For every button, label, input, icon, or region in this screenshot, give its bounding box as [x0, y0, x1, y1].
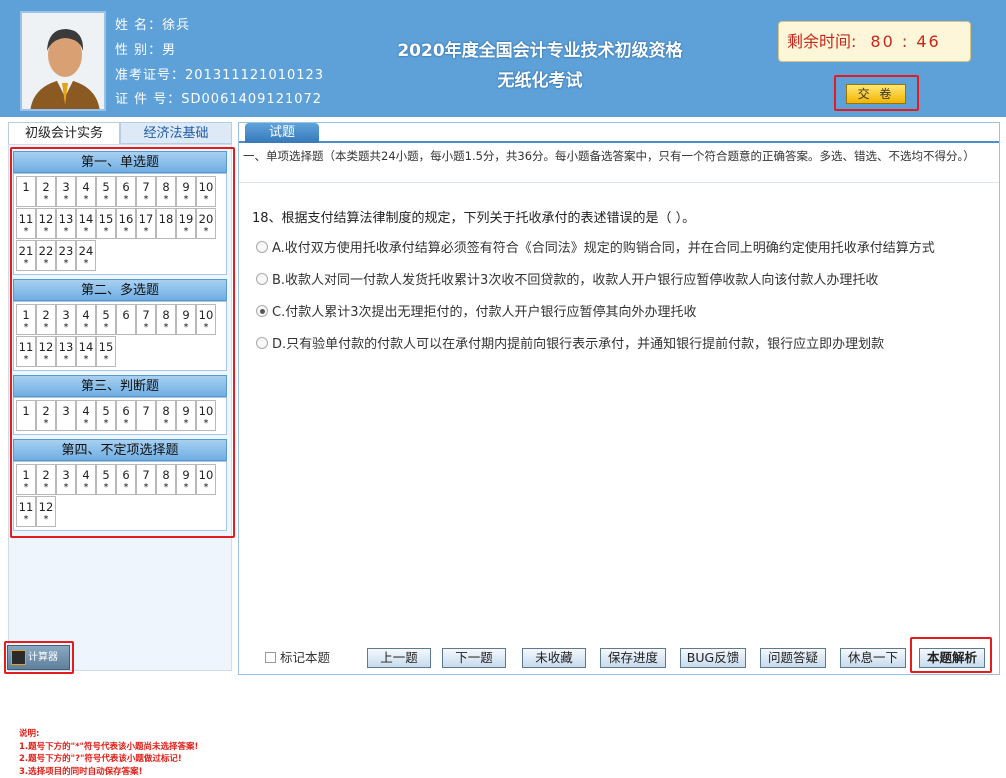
legend-line-3: 3.选择项目的同时自动保存答案!	[19, 766, 198, 778]
timer-value: 80 : 46	[870, 32, 940, 51]
option-d-text: D.只有验单付款的付款人可以在承付期内提前向银行表示承付，并通知银行提前付款，银…	[272, 337, 884, 352]
subject-tabs: 初级会计实务 经济法基础	[8, 122, 232, 144]
legend-line-1: 1.题号下方的"*"符号代表该小题尚未选择答案!	[19, 741, 198, 754]
option-b-text: B.收款人对同一付款人发货托收累计3次收不回贷款的，收款人开户银行应暂停收款人向…	[272, 273, 878, 288]
exam-header: 姓 名：徐兵 性 别：男 准考证号：201311121010123 证 件 号：…	[0, 0, 1006, 117]
timer-label: 剩余时间:	[787, 32, 856, 51]
option-b[interactable]: B.收款人对同一付款人发货托收累计3次收不回贷款的，收款人开户银行应暂停收款人向…	[256, 269, 878, 288]
highlight-box	[4, 641, 74, 674]
question-help-button[interactable]: 问题答疑	[760, 648, 826, 668]
candidate-name: 姓 名：徐兵	[115, 14, 190, 33]
highlight-box	[910, 637, 992, 673]
tab-accounting-practice[interactable]: 初级会计实务	[8, 122, 120, 144]
submit-exam-button[interactable]: 交 卷	[846, 84, 906, 104]
exam-title: 2020年度全国会计专业技术初级资格 无纸化考试	[340, 36, 740, 96]
radio-icon[interactable]	[256, 273, 268, 285]
legend-line-2: 2.题号下方的"?"符号代表该小题做过标记!	[19, 753, 198, 766]
remaining-time: 剩余时间: 80 : 46	[778, 21, 971, 62]
title-line-2: 无纸化考试	[340, 66, 740, 96]
prev-question-button[interactable]: 上一题	[367, 648, 431, 668]
question-panel: 试题 一、单项选择题（本类题共24小题，每小题1.5分，共36分。每小题备选答案…	[238, 122, 1000, 675]
option-c-text: C.付款人累计3次提出无理拒付的，付款人开户银行应暂停其向外办理托收	[272, 305, 696, 320]
next-question-button[interactable]: 下一题	[442, 648, 506, 668]
name-value: 徐兵	[162, 18, 190, 33]
candidate-id: 证 件 号：SD0061409121072	[115, 88, 322, 107]
section-description: 一、单项选择题（本类题共24小题，每小题1.5分，共36分。每小题备选答案中，只…	[239, 143, 999, 183]
radio-icon[interactable]	[256, 241, 268, 253]
avatar-icon	[22, 13, 106, 111]
take-break-button[interactable]: 休息一下	[840, 648, 906, 668]
candidate-gender: 性 别：男	[115, 39, 176, 58]
highlight-box	[10, 147, 235, 538]
radio-icon[interactable]	[256, 305, 268, 317]
candidate-photo	[20, 11, 106, 111]
option-a[interactable]: A.收付双方使用托收承付结算必须签有符合《合同法》规定的购销合同，并在合同上明确…	[256, 237, 935, 256]
title-line-1: 2020年度全国会计专业技术初级资格	[340, 36, 740, 66]
tab-economic-law[interactable]: 经济法基础	[120, 122, 232, 144]
mark-label: 标记本题	[280, 650, 330, 665]
option-d[interactable]: D.只有验单付款的付款人可以在承付期内提前向银行表示承付，并通知银行提前付款，银…	[256, 333, 884, 352]
save-progress-button[interactable]: 保存进度	[600, 648, 666, 668]
option-c[interactable]: C.付款人累计3次提出无理拒付的，付款人开户银行应暂停其向外办理托收	[256, 301, 696, 320]
ticket-label: 准考证号：	[115, 68, 185, 83]
gender-label: 性 别：	[115, 43, 162, 58]
tab-questions[interactable]: 试题	[245, 123, 319, 143]
gender-value: 男	[162, 43, 176, 58]
radio-icon[interactable]	[256, 337, 268, 349]
id-label: 证 件 号：	[115, 92, 181, 107]
question-tab-bar: 试题	[239, 123, 999, 143]
ticket-value: 201311121010123	[185, 68, 324, 83]
mark-question-checkbox[interactable]: 标记本题	[265, 647, 330, 666]
legend: 说明: 1.题号下方的"*"符号代表该小题尚未选择答案! 2.题号下方的"?"符…	[19, 728, 198, 778]
id-value: SD0061409121072	[181, 92, 322, 107]
option-a-text: A.收付双方使用托收承付结算必须签有符合《合同法》规定的购销合同，并在合同上明确…	[272, 241, 935, 256]
checkbox-icon[interactable]	[265, 652, 276, 663]
name-label: 姓 名：	[115, 18, 162, 33]
legend-title: 说明:	[19, 728, 198, 741]
bug-report-button[interactable]: BUG反馈	[680, 648, 746, 668]
question-text: 18、根据支付结算法律制度的规定，下列关于托收承付的表述错误的是（ ）。	[252, 207, 695, 226]
favorite-button[interactable]: 未收藏	[522, 648, 586, 668]
bottom-toolbar: 标记本题 上一题 下一题 未收藏 保存进度 BUG反馈 问题答疑 休息一下 本题…	[239, 643, 999, 675]
candidate-ticket: 准考证号：201311121010123	[115, 64, 324, 83]
